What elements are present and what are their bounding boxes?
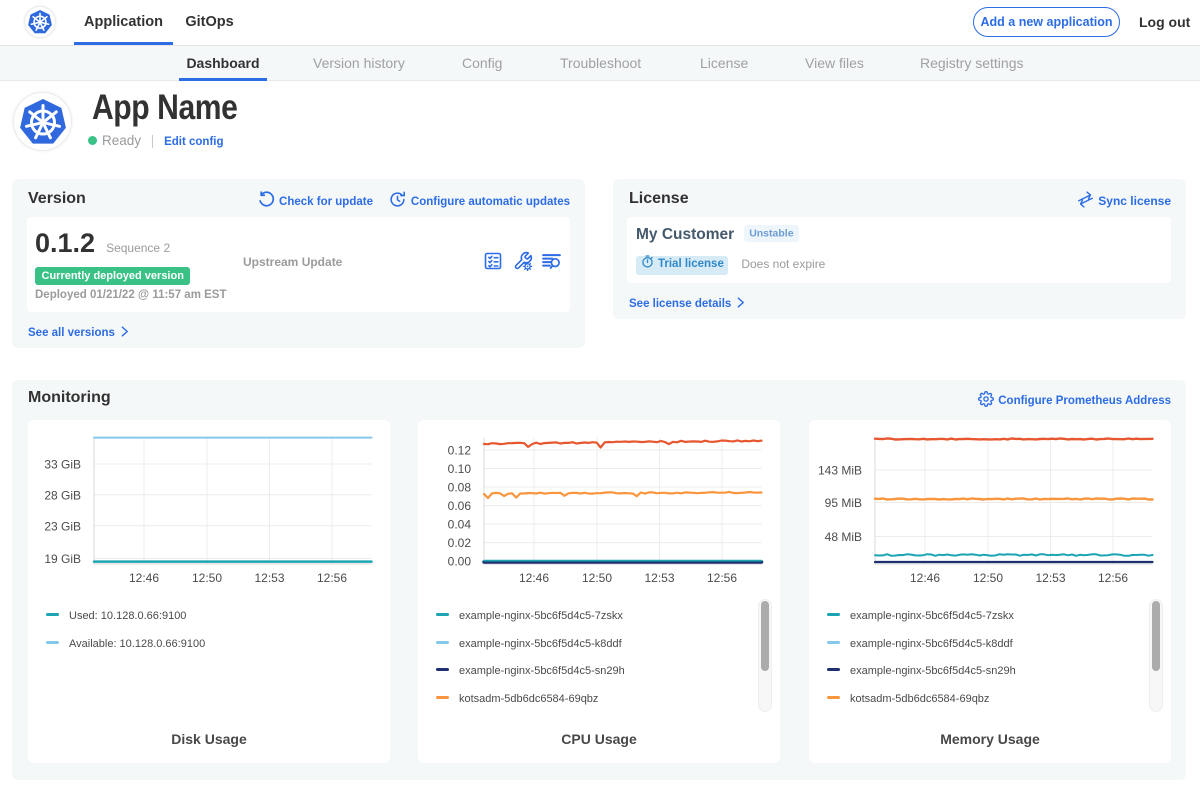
svg-text:12:53: 12:53 <box>1035 571 1065 585</box>
svg-text:0.00: 0.00 <box>448 555 472 569</box>
svg-text:12:50: 12:50 <box>973 571 1003 585</box>
svg-text:0.06: 0.06 <box>448 499 472 513</box>
svg-text:12:50: 12:50 <box>192 571 222 585</box>
svg-text:12:56: 12:56 <box>707 571 737 585</box>
svg-text:12:46: 12:46 <box>519 571 549 585</box>
svg-text:12:56: 12:56 <box>1098 571 1128 585</box>
svg-text:23 GiB: 23 GiB <box>44 519 81 533</box>
svg-text:19 GiB: 19 GiB <box>44 552 81 566</box>
svg-text:12:46: 12:46 <box>129 571 159 585</box>
svg-text:12:53: 12:53 <box>254 571 284 585</box>
svg-text:0.10: 0.10 <box>448 462 472 476</box>
svg-text:12:53: 12:53 <box>644 571 674 585</box>
svg-text:0.12: 0.12 <box>448 444 472 458</box>
svg-text:28 GiB: 28 GiB <box>44 488 81 502</box>
svg-text:12:50: 12:50 <box>582 571 612 585</box>
svg-text:33 GiB: 33 GiB <box>44 458 81 472</box>
svg-text:12:56: 12:56 <box>317 571 347 585</box>
svg-text:48 MiB: 48 MiB <box>825 530 862 544</box>
svg-text:0.08: 0.08 <box>448 481 472 495</box>
svg-text:143 MiB: 143 MiB <box>818 464 862 478</box>
svg-text:0.04: 0.04 <box>448 518 472 532</box>
svg-text:12:46: 12:46 <box>910 571 940 585</box>
svg-text:0.02: 0.02 <box>448 536 472 550</box>
svg-text:95 MiB: 95 MiB <box>825 496 862 510</box>
